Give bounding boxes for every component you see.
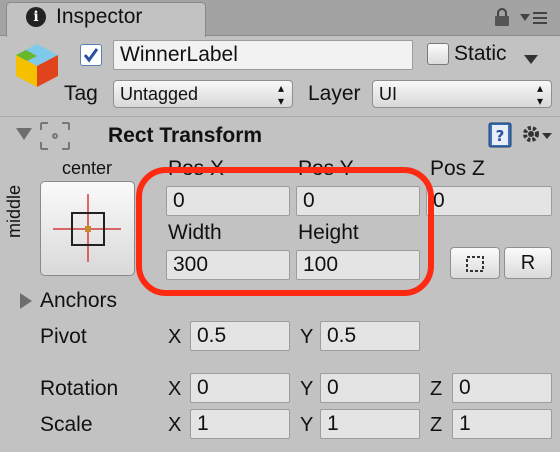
blueprint-mode-button[interactable] — [450, 247, 500, 279]
gameobject-cube-icon — [14, 42, 60, 93]
static-dropdown-icon[interactable] — [524, 52, 538, 70]
pos-z-label: Pos Z — [430, 157, 485, 180]
foldout-arrow-icon[interactable] — [16, 128, 32, 147]
rotation-z-field[interactable]: 0 — [452, 373, 552, 403]
layer-label: Layer — [308, 82, 361, 105]
pivot-label: Pivot — [40, 325, 87, 348]
scale-x-axis-label: X — [168, 414, 182, 436]
gear-icon[interactable] — [520, 123, 552, 152]
pivot-x-axis-label: X — [168, 326, 182, 348]
anchors-label: Anchors — [40, 289, 118, 312]
rotation-y-axis-label: Y — [300, 378, 314, 400]
active-checkbox[interactable] — [80, 44, 102, 66]
raw-edit-button[interactable]: R — [504, 247, 552, 279]
static-checkbox[interactable] — [427, 43, 449, 65]
lock-icon[interactable] — [494, 8, 510, 31]
scale-x-field[interactable]: 1 — [190, 409, 290, 439]
pivot-x-field[interactable]: 0.5 — [190, 321, 290, 351]
tab-inspector-label: Inspector — [56, 5, 143, 28]
updown-arrows-icon: ▴ ▾ — [277, 81, 284, 108]
info-icon: i — [26, 7, 46, 27]
anchors-foldout-icon[interactable] — [20, 293, 32, 314]
scale-y-axis-label: Y — [300, 414, 314, 436]
static-label: Static — [454, 42, 507, 65]
rotation-z-axis-label: Z — [430, 378, 443, 400]
rotation-x-axis-label: X — [168, 378, 182, 400]
scale-z-field[interactable]: 1 — [452, 409, 552, 439]
layer-value: UI — [379, 84, 397, 104]
scale-y-field[interactable]: 1 — [320, 409, 420, 439]
pivot-y-axis-label: Y — [300, 326, 314, 348]
anchor-vertical-label: middle — [4, 184, 24, 238]
pos-z-field[interactable]: 0 — [426, 186, 552, 216]
gameobject-name-field[interactable]: WinnerLabel — [113, 40, 413, 70]
annotation-highlight — [136, 167, 434, 296]
anchor-horizontal-label: center — [62, 158, 113, 178]
pivot-y-field[interactable]: 0.5 — [320, 321, 420, 351]
svg-text:?: ? — [496, 127, 505, 145]
anchor-presets-button[interactable] — [40, 181, 135, 276]
layer-dropdown[interactable]: UI ▴ ▾ — [372, 80, 552, 108]
menu-icon[interactable] — [520, 11, 548, 30]
blueprint-mode-icon — [466, 255, 484, 272]
rotation-label: Rotation — [40, 377, 119, 400]
rect-transform-title: Rect Transform — [108, 124, 263, 147]
scale-z-axis-label: Z — [430, 414, 443, 436]
rect-transform-header[interactable] — [0, 116, 560, 152]
updown-arrows-icon: ▴ ▾ — [536, 81, 543, 108]
tag-dropdown[interactable]: Untagged ▴ ▾ — [113, 80, 293, 108]
help-book-icon[interactable]: ? — [488, 122, 512, 153]
rotation-x-field[interactable]: 0 — [190, 373, 290, 403]
rotation-y-field[interactable]: 0 — [320, 373, 420, 403]
tag-value: Untagged — [120, 84, 199, 104]
scale-label: Scale — [40, 413, 93, 436]
anchor-preset-icon — [53, 194, 121, 262]
rect-tool-icon — [38, 120, 72, 157]
tag-label: Tag — [64, 82, 98, 105]
